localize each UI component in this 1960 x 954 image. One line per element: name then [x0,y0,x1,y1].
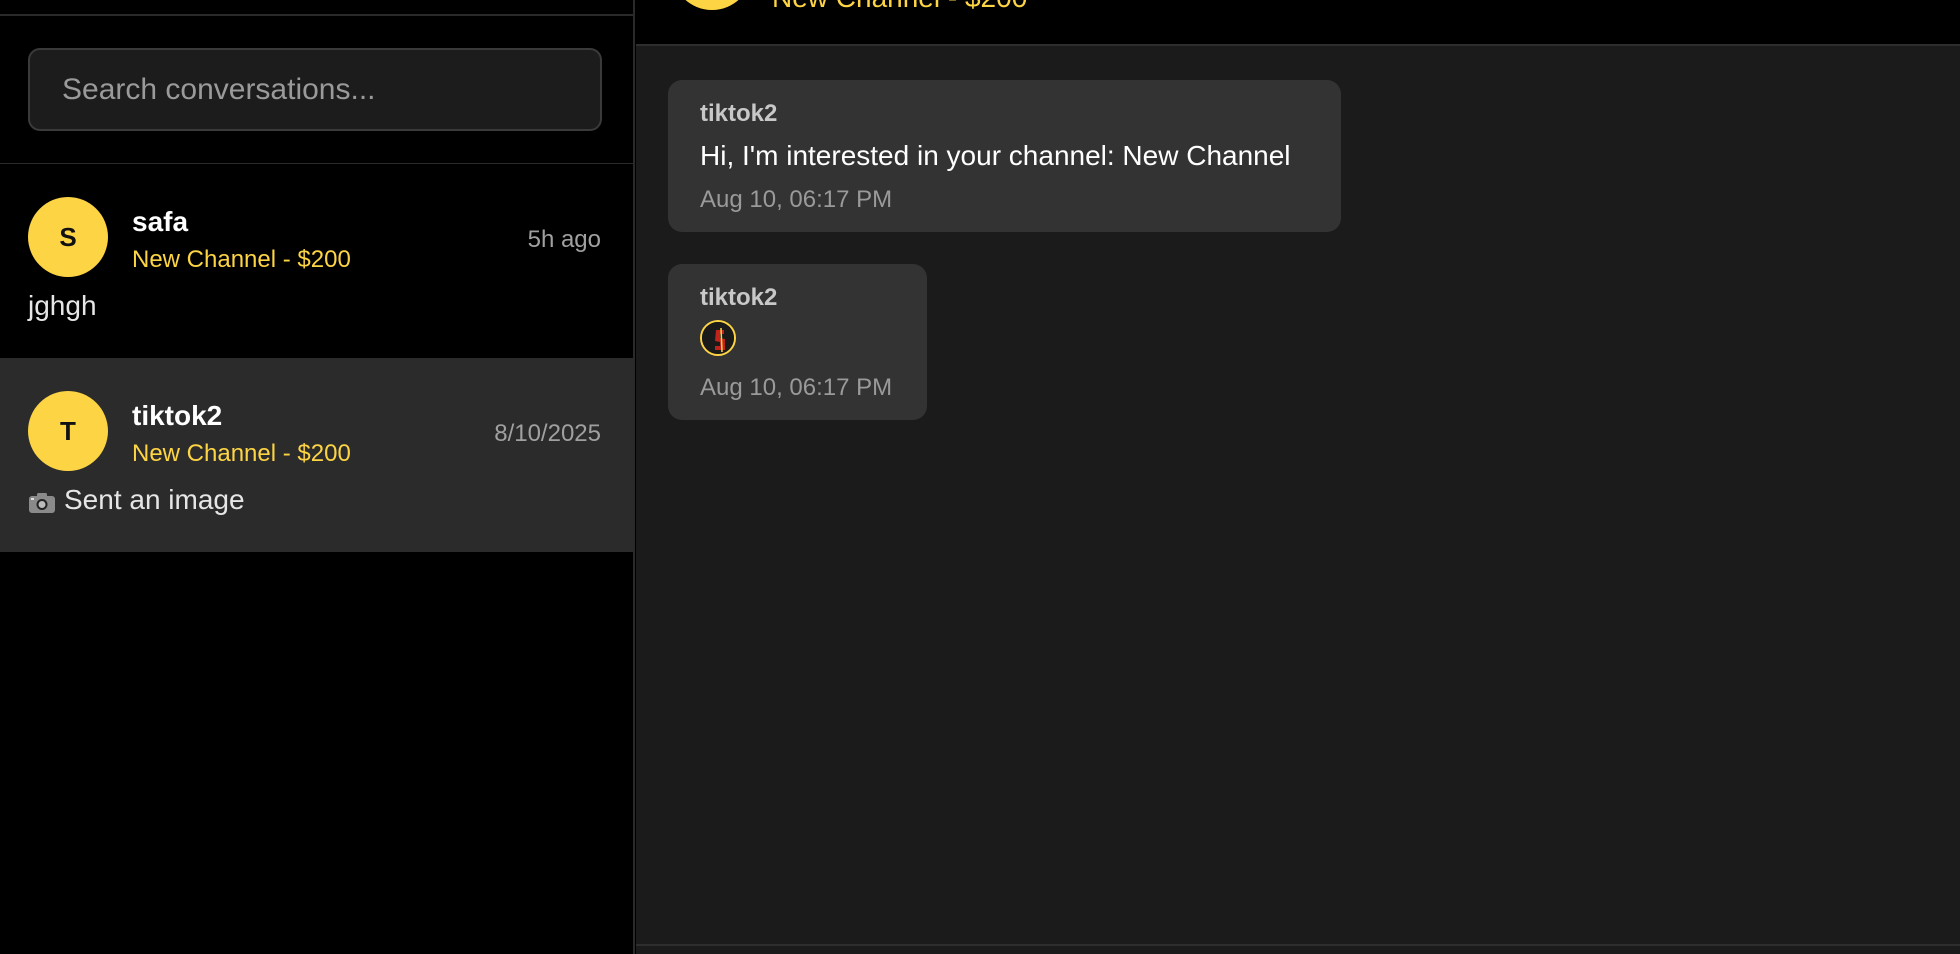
conversation-channel: New Channel - $200 [132,246,351,273]
conversation-preview: jghgh [28,290,97,322]
conversation-item-tiktok2[interactable]: T tiktok2 New Channel - $200 8/10/2025 S… [0,358,633,552]
message-list: tiktok2 Hi, I'm interested in your chann… [636,48,1960,944]
conversation-sidebar: S safa New Channel - $200 5h ago jghgh T… [0,0,635,954]
message-text: Hi, I'm interested in your channel: New … [700,140,1291,171]
conversation-time: 8/10/2025 [494,420,601,447]
conversation-item-safa[interactable]: S safa New Channel - $200 5h ago jghgh [0,164,633,358]
chat-panel: New Channel - $200 tiktok2 Hi, I'm inter… [636,0,1960,954]
message-sender: tiktok2 [700,100,778,127]
search-section [0,16,633,165]
message-bubble: tiktok2 Aug 10, 06:17 PM [668,264,927,420]
conversation-preview-text: jghgh [28,290,97,321]
chat-divider [636,944,1960,946]
message-time: Aug 10, 06:17 PM [700,374,893,401]
avatar: S [28,197,108,277]
conversation-preview-text: Sent an image [64,484,245,515]
conversation-name: tiktok2 [132,400,223,431]
conversation-name: safa [132,206,189,237]
search-input[interactable] [28,48,602,131]
conversation-preview: Sent an image [28,484,245,516]
camera-icon [28,489,56,513]
messaging-app: S safa New Channel - $200 5h ago jghgh T… [0,0,1960,954]
message-bubble: tiktok2 Hi, I'm interested in your chann… [668,80,1341,232]
conversation-channel: New Channel - $200 [132,440,351,467]
avatar [672,0,752,10]
chat-header-subtitle: New Channel - $200 [772,0,1027,14]
chat-header: New Channel - $200 [636,0,1960,46]
message-time: Aug 10, 06:17 PM [700,186,893,213]
image-thumbnail[interactable] [700,320,736,356]
message-sender: tiktok2 [700,284,778,311]
conversation-time: 5h ago [527,226,601,253]
avatar: T [28,391,108,471]
